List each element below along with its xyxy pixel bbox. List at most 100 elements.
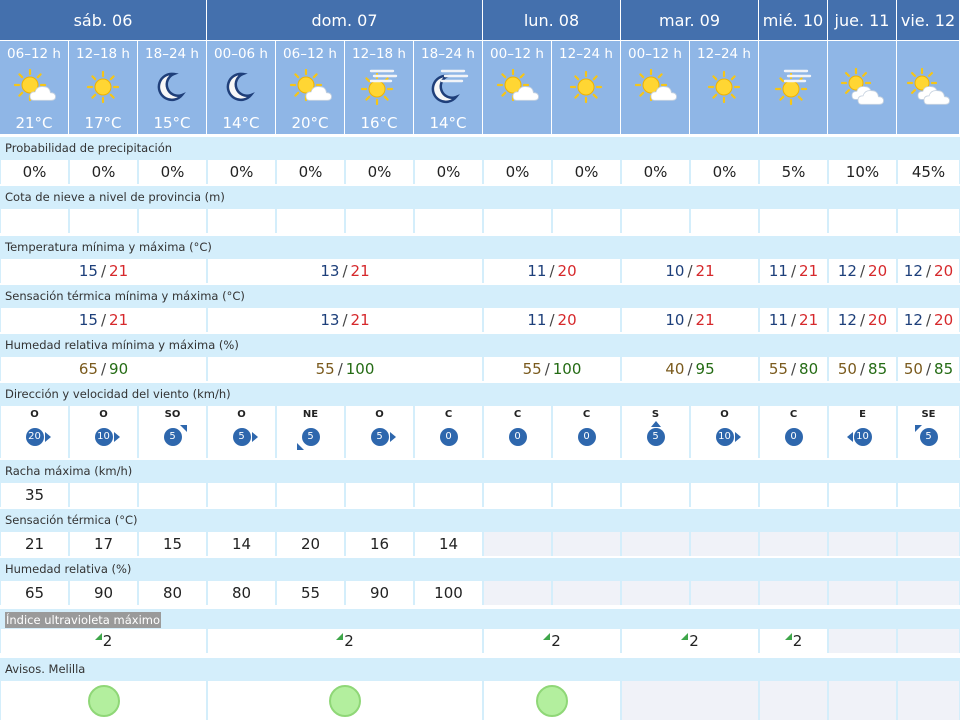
uv-cell: 2: [622, 629, 758, 653]
period-cell: [759, 41, 827, 134]
uv-value: 2: [792, 632, 803, 650]
section-label: Humedad relativa mínima y máxima (%): [0, 334, 960, 357]
minmax-cell: 11/20: [484, 308, 620, 332]
value-cell: [415, 483, 482, 507]
sun-haze-icon: [771, 67, 815, 107]
warning-status-icon[interactable]: [87, 684, 120, 717]
min-value: 15: [78, 311, 98, 329]
separator: /: [925, 262, 932, 280]
warning-cell: [760, 681, 827, 720]
period-label: 06–12 h: [7, 46, 61, 62]
value-cell: [70, 209, 137, 233]
warning-cell: [622, 681, 758, 720]
value-cell: 45%: [898, 160, 959, 184]
separator: /: [790, 262, 797, 280]
max-value: 20: [868, 262, 888, 280]
separator: /: [790, 311, 797, 329]
wind-indicator: 5: [641, 421, 671, 449]
wind-indicator: 5: [158, 425, 188, 449]
wind-cell: NE 5: [277, 406, 344, 458]
wind-indicator: 10: [710, 425, 741, 449]
value-cell: [346, 209, 413, 233]
value-cell: [898, 209, 959, 233]
separator: /: [859, 311, 866, 329]
period-cell: 00–12 h: [483, 41, 551, 134]
period-temperature: 21°C: [15, 114, 53, 132]
minmax-cell: 13/21: [208, 308, 482, 332]
period-label: 12–24 h: [697, 46, 751, 62]
wind-arrow-icon: [296, 443, 304, 450]
value-cell: 0%: [415, 160, 482, 184]
period-cell: [828, 41, 896, 134]
wind-indicator: 20: [20, 425, 51, 449]
value-cell: [760, 532, 827, 556]
value-cell: 0%: [691, 160, 758, 184]
uv-cell: 2: [208, 629, 482, 653]
value-cell: 14: [415, 532, 482, 556]
value-cell: 5%: [760, 160, 827, 184]
separator: /: [100, 360, 107, 378]
wind-direction: C: [582, 409, 591, 420]
value-cell: 90: [70, 581, 137, 605]
value-cell: 20: [277, 532, 344, 556]
min-value: 10: [665, 311, 685, 329]
minmax-cell: 12/20: [898, 259, 959, 283]
warning-status-icon[interactable]: [329, 684, 361, 717]
min-value: 11: [527, 262, 547, 280]
uv-flag-icon: [681, 632, 689, 640]
wind-indicator: 5: [296, 425, 326, 450]
uv-cell: 2: [1, 629, 206, 653]
minmax-cell: 10/21: [622, 259, 758, 283]
min-value: 40: [665, 360, 685, 378]
value-cell: [691, 483, 758, 507]
value-cell: 90: [346, 581, 413, 605]
wind-indicator: 5: [227, 425, 258, 449]
section-label-text: Humedad relativa (%): [5, 562, 132, 576]
uv-flag-icon: [543, 632, 551, 640]
minmax-cell: 11/21: [760, 308, 827, 332]
value-cell: [898, 532, 959, 556]
separator: /: [925, 360, 932, 378]
value-cell: [829, 581, 896, 605]
max-value: 21: [799, 311, 819, 329]
value-cell: [484, 209, 551, 233]
minmax-cell: 65/90: [1, 357, 206, 381]
wind-indicator: 0: [779, 425, 809, 449]
value-cell: [208, 209, 275, 233]
minmax-cell: 50/85: [898, 357, 959, 381]
max-value: 20: [868, 311, 888, 329]
uv-value: 2: [344, 632, 354, 650]
uv-value: 2: [551, 632, 561, 650]
value-cell: 17: [70, 532, 137, 556]
value-cell: 35: [1, 483, 68, 507]
wind-speed: 5: [370, 428, 389, 446]
separator: /: [100, 311, 107, 329]
section-label-text: Probabilidad de precipitación: [5, 141, 173, 155]
period-label: 00–12 h: [490, 46, 544, 62]
sun-icon: [81, 67, 125, 107]
separator: /: [337, 360, 343, 378]
section-label-text: Temperatura mínima y máxima (°C): [5, 240, 212, 254]
minmax-cell: 11/20: [484, 259, 620, 283]
section-label: Sensación térmica (°C): [0, 509, 960, 532]
value-cell: 0%: [346, 160, 413, 184]
section-label-text: Avisos. Melilla: [5, 662, 86, 676]
warning-status-icon[interactable]: [536, 684, 568, 717]
section-label-text: Sensación térmica (°C): [5, 513, 138, 527]
moon-icon: [150, 67, 194, 107]
min-value: 55: [768, 360, 788, 378]
uv-cell: [898, 629, 959, 653]
warning-cell: [208, 681, 482, 720]
min-value: 50: [837, 360, 857, 378]
min-value: 10: [665, 262, 685, 280]
period-label: 12–24 h: [559, 46, 613, 62]
value-cell: 80: [208, 581, 275, 605]
wind-direction: E: [859, 409, 866, 420]
value-cell: 14: [208, 532, 275, 556]
period-label: 18–24 h: [421, 46, 475, 62]
minmax-cell: 12/20: [898, 308, 959, 332]
separator: /: [549, 311, 555, 329]
sun-clouds-icon: [906, 67, 950, 107]
min-value: 11: [527, 311, 547, 329]
section-label-text: Cota de nieve a nivel de provincia (m): [5, 190, 225, 204]
